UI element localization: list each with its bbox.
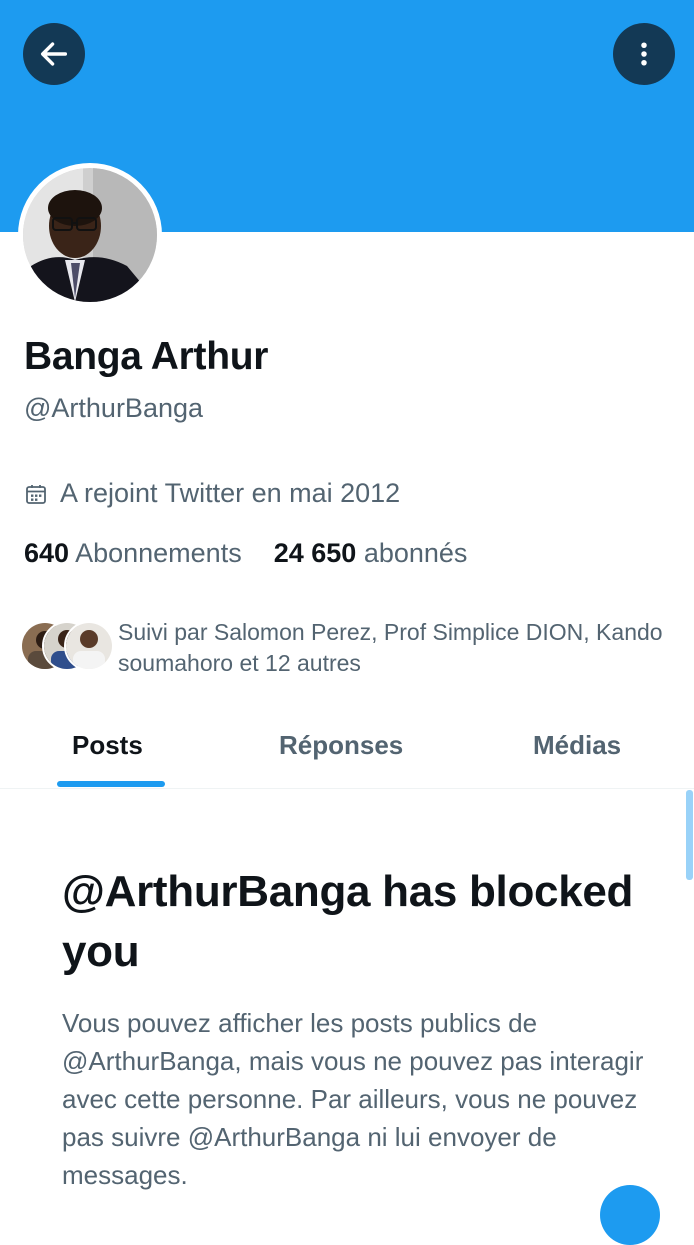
blocked-message: Vous pouvez afficher les posts publics d… <box>62 1008 644 1190</box>
followers-label: abonnés <box>363 538 468 568</box>
profile-name: Banga Arthur <box>24 335 269 378</box>
calendar-icon <box>26 484 46 504</box>
avatar <box>23 168 157 302</box>
tab-media[interactable]: Médias <box>533 730 621 761</box>
followed-by-text: Suivi par Salomon Perez, Prof Simplice D… <box>118 619 663 676</box>
profile-tabs: Posts Réponses Médias <box>0 700 694 789</box>
followers-link[interactable]: 24 650 abonnés <box>274 538 468 569</box>
tab-replies[interactable]: Réponses <box>279 730 403 761</box>
joined-date: A rejoint Twitter en mai 2012 <box>24 478 400 509</box>
follower-avatar <box>64 621 114 671</box>
active-tab-indicator <box>57 781 165 787</box>
following-count: 640 <box>24 538 70 568</box>
more-options-button[interactable] <box>613 23 675 85</box>
following-label: Abonnements <box>75 538 242 568</box>
arrow-left-icon <box>40 42 68 66</box>
blocked-title: @ArthurBanga has blocked you <box>62 867 634 976</box>
joined-text: A rejoint Twitter en mai 2012 <box>60 478 401 508</box>
back-button[interactable] <box>23 23 85 85</box>
compose-button[interactable] <box>600 1185 660 1245</box>
scrollbar[interactable] <box>686 790 693 880</box>
profile-stats: 640 Abonnements 24 650 abonnés <box>24 538 467 569</box>
followed-by[interactable]: Suivi par Salomon Perez, Prof Simplice D… <box>20 617 678 679</box>
avatar-frame[interactable] <box>18 163 162 307</box>
follower-avatars <box>20 621 114 677</box>
tab-posts[interactable]: Posts <box>72 730 143 761</box>
more-vertical-icon <box>641 42 647 66</box>
profile-handle: @ArthurBanga <box>24 393 204 423</box>
followers-count: 24 650 <box>273 538 357 568</box>
following-link[interactable]: 640 Abonnements <box>24 538 242 569</box>
